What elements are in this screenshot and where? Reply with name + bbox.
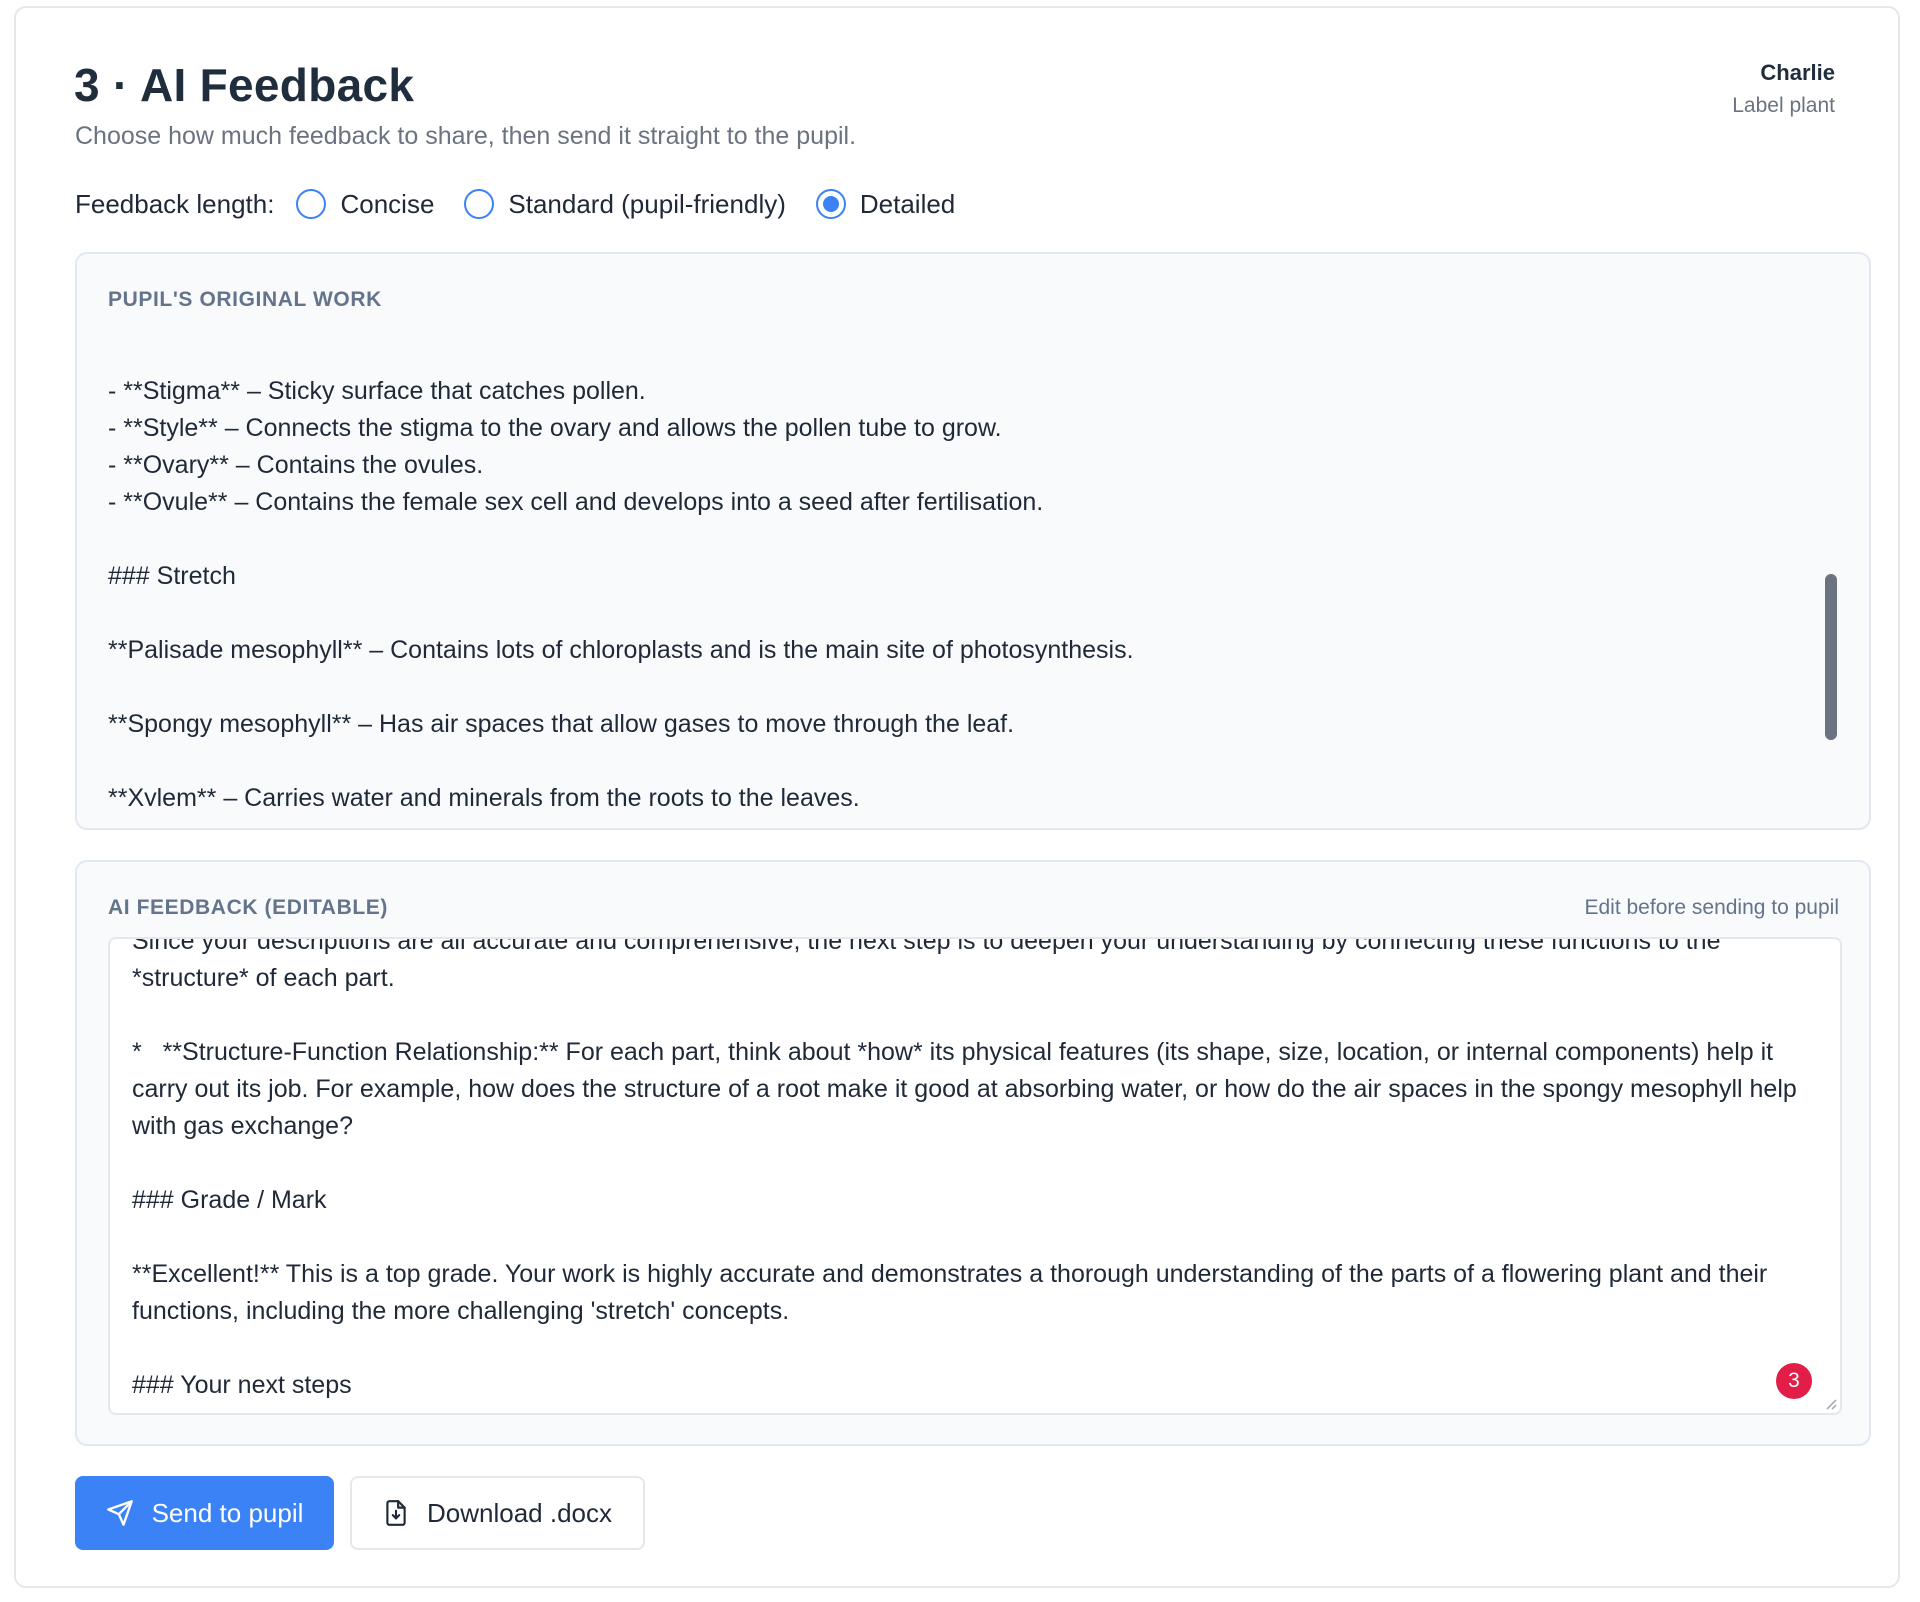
- radio-circle-concise[interactable]: [296, 189, 327, 219]
- pupil-info: Charlie Label plant: [1732, 60, 1835, 118]
- ai-feedback-heading: AI FEEDBACK (EDITABLE): [108, 896, 388, 919]
- send-to-pupil-label: Send to pupil: [151, 1497, 304, 1528]
- task-name: Label plant: [1732, 94, 1835, 117]
- radio-circle-detailed[interactable]: [815, 189, 846, 219]
- ai-feedback-panel: AI FEEDBACK (EDITABLE) Edit before sendi…: [75, 860, 1871, 1446]
- download-docx-button[interactable]: Download .docx: [350, 1476, 645, 1550]
- feedback-length-label: Feedback length:: [75, 188, 275, 219]
- ai-feedback-text[interactable]: Since your descriptions are all accurate…: [132, 939, 1812, 1404]
- file-download-icon: [386, 1500, 406, 1526]
- ai-feedback-hint: Edit before sending to pupil: [1584, 896, 1839, 919]
- original-work-text: - **Stigma** – Sticky surface that catch…: [108, 377, 1134, 806]
- ai-feedback-card: 3 · AI Feedback Choose how much feedback…: [14, 6, 1900, 1588]
- radio-label-concise: Concise: [340, 188, 435, 219]
- original-work-panel: PUPIL'S ORIGINAL WORK - **Stigma** – Sti…: [75, 252, 1871, 830]
- radio-concise[interactable]: Concise: [296, 189, 434, 220]
- resize-handle-icon[interactable]: [1823, 1396, 1837, 1410]
- radio-circle-standard[interactable]: [464, 189, 495, 219]
- send-to-pupil-button[interactable]: Send to pupil: [75, 1476, 334, 1550]
- page-subtitle: Choose how much feedback to share, then …: [75, 122, 857, 150]
- original-work-scrollbar[interactable]: [1825, 574, 1837, 740]
- send-icon: [106, 1500, 133, 1526]
- radio-standard[interactable]: Standard (pupil-friendly): [464, 188, 786, 220]
- pupil-name: Charlie: [1760, 60, 1835, 85]
- ai-feedback-textarea[interactable]: Since your descriptions are all accurate…: [108, 937, 1842, 1415]
- radio-detailed[interactable]: Detailed: [815, 188, 956, 220]
- original-work-heading: PUPIL'S ORIGINAL WORK: [108, 288, 382, 311]
- radio-label-detailed: Detailed: [859, 188, 956, 219]
- feedback-length-selector: Feedback length: Concise Standard (pupil…: [75, 184, 985, 224]
- radio-label-standard: Standard (pupil-friendly): [508, 188, 786, 219]
- page-title: 3 · AI Feedback: [74, 59, 415, 111]
- download-docx-label: Download .docx: [427, 1497, 612, 1528]
- notification-badge[interactable]: 3: [1776, 1363, 1812, 1399]
